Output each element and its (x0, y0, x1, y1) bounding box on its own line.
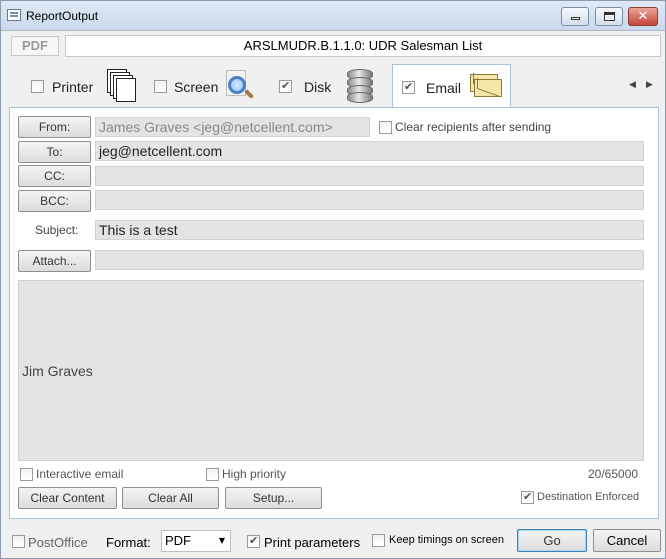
to-field[interactable]: jeg@netcellent.com (95, 141, 644, 161)
minimize-icon (571, 17, 580, 20)
attach-button[interactable]: Attach... (18, 250, 91, 272)
interactive-email-label: Interactive email (36, 467, 124, 481)
tab-email-label: Email (426, 80, 462, 96)
window-title: ReportOutput (26, 9, 99, 23)
format-select[interactable]: PDF ▼ (161, 530, 231, 552)
disk-checkbox[interactable] (279, 79, 292, 93)
tab-email[interactable]: Email (392, 64, 511, 108)
tab-scroll-left-icon[interactable]: ◀ (629, 80, 636, 90)
format-label: Format: (106, 535, 151, 550)
print-parameters-label: Print parameters (264, 535, 361, 550)
close-icon: ✕ (637, 9, 649, 24)
go-button[interactable]: Go (517, 529, 587, 552)
cc-button[interactable]: CC: (18, 165, 91, 187)
report-title: ARSLMUDR.B.1.1.0: UDR Salesman List (65, 35, 661, 57)
postoffice-checkbox[interactable] (12, 535, 25, 548)
tab-printer[interactable]: Printer (19, 64, 139, 107)
disk-icon (347, 69, 373, 103)
cc-field[interactable] (95, 166, 644, 186)
tab-disk-label: Disk (304, 79, 332, 95)
app-window-icon (7, 9, 21, 21)
tab-scroll-right-icon[interactable]: ▶ (646, 80, 653, 90)
clear-recipients-label: Clear recipients after sending (395, 120, 552, 134)
high-priority-checkbox[interactable] (206, 468, 219, 481)
keep-timings-label: Keep timings on screen (389, 534, 504, 546)
printer-icon (107, 69, 137, 102)
printer-checkbox[interactable] (31, 80, 44, 93)
maximize-icon (604, 12, 615, 21)
character-count: 20/65000 (588, 467, 639, 481)
interactive-email-checkbox[interactable] (20, 468, 33, 481)
clear-all-button[interactable]: Clear All (122, 487, 219, 509)
email-body[interactable]: Jim Graves (18, 280, 644, 461)
tab-screen-label: Screen (174, 79, 219, 95)
envelope-icon (470, 74, 504, 100)
minimize-button[interactable] (561, 7, 589, 26)
tab-disk[interactable]: Disk (271, 64, 391, 107)
output-tabs: Printer Screen Disk Email ◀ (9, 64, 659, 108)
tab-screen[interactable]: Screen (144, 64, 264, 107)
print-parameters-checkbox[interactable] (247, 534, 260, 548)
email-body-text: Jim Graves (22, 363, 93, 379)
chevron-down-icon: ▼ (218, 536, 225, 545)
destination-enforced-checkbox (521, 490, 534, 504)
attach-field[interactable] (95, 250, 644, 270)
keep-timings-checkbox[interactable] (372, 534, 385, 547)
bcc-button[interactable]: BCC: (18, 190, 91, 212)
to-button[interactable]: To: (18, 141, 91, 163)
report-output-window: ReportOutput ✕ PDF ARSLMUDR.B.1.1.0: UDR… (0, 0, 666, 559)
from-button[interactable]: From: (18, 116, 91, 138)
destination-enforced-label: Destination Enforced (537, 491, 640, 503)
postoffice-label: PostOffice (28, 535, 88, 550)
cancel-button[interactable]: Cancel (593, 529, 661, 552)
maximize-button[interactable] (595, 7, 623, 26)
screen-checkbox[interactable] (154, 80, 167, 93)
close-button[interactable]: ✕ (628, 7, 658, 26)
format-badge: PDF (11, 36, 59, 56)
magnifier-icon (224, 70, 254, 102)
title-bar: ReportOutput ✕ (1, 1, 665, 31)
setup-button[interactable]: Setup... (225, 487, 322, 509)
clear-recipients-checkbox[interactable] (379, 121, 392, 134)
high-priority-label: High priority (222, 467, 287, 481)
subject-label: Subject: (35, 223, 79, 237)
subject-field[interactable]: This is a test (95, 220, 644, 240)
email-checkbox[interactable] (402, 80, 415, 94)
bottom-bar: PostOffice Format: PDF ▼ Print parameter… (1, 523, 665, 558)
format-select-value: PDF (165, 533, 191, 548)
tab-printer-label: Printer (52, 79, 94, 95)
from-field[interactable]: James Graves <jeg@netcellent.com> (95, 117, 370, 137)
clear-content-button[interactable]: Clear Content (18, 487, 117, 509)
bcc-field[interactable] (95, 190, 644, 210)
